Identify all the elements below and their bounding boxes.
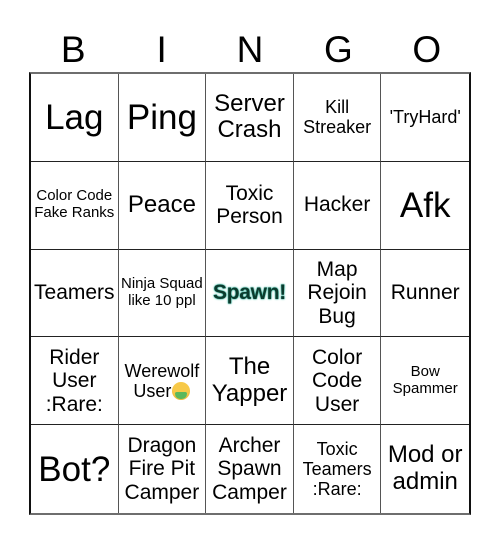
bingo-cell-g4[interactable]: Color Code User	[293, 337, 382, 426]
bingo-cell-label: Rider User :Rare:	[45, 345, 103, 416]
bingo-cell-label: Ninja Squad like 10 ppl	[121, 275, 203, 309]
bingo-cell-b5[interactable]: Bot?	[31, 425, 119, 513]
bingo-cell-g3[interactable]: Map Rejoin Bug	[293, 249, 382, 338]
bingo-cell-o5[interactable]: Mod or admin	[381, 425, 469, 513]
bingo-cell-label: Afk	[399, 185, 451, 225]
bingo-cell-label: Color Code Fake Ranks	[34, 187, 115, 222]
bingo-cell-label: Kill Streaker	[303, 97, 372, 138]
bingo-cell-i4[interactable]: Werewolf User	[118, 337, 207, 426]
bingo-cell-label: Toxic Teamers :Rare:	[302, 438, 372, 500]
bingo-cell-n1[interactable]: Server Crash	[206, 74, 294, 162]
bingo-cell-n2[interactable]: Toxic Person	[206, 161, 294, 250]
header-letter-n: N	[236, 29, 264, 70]
bingo-cell-i3[interactable]: Ninja Squad like 10 ppl	[118, 249, 207, 338]
bingo-cell-label: Bow Spammer	[392, 362, 458, 397]
header-letter-b: B	[60, 29, 86, 70]
bingo-cell-label: Spawn!	[213, 281, 286, 305]
bingo-cell-b1[interactable]: Lag	[31, 74, 119, 162]
bingo-cell-i1[interactable]: Ping	[118, 74, 207, 162]
bingo-cell-n4[interactable]: The Yapper	[206, 337, 294, 426]
bingo-cell-o1[interactable]: 'TryHard'	[381, 74, 469, 162]
bingo-cell-i5[interactable]: Dragon Fire Pit Camper	[119, 425, 207, 513]
bingo-cell-label: Bot?	[38, 449, 111, 489]
bingo-cell-label: Color Code User	[311, 345, 363, 416]
bingo-cell-b4[interactable]: Rider User :Rare:	[31, 337, 119, 426]
face-vomiting-icon	[172, 381, 191, 400]
bingo-cell-i2[interactable]: Peace	[118, 161, 207, 250]
bingo-cell-label: Teamers	[34, 281, 115, 305]
bingo-cell-g1[interactable]: Kill Streaker	[293, 74, 382, 162]
bingo-cell-label: Server Crash	[214, 89, 285, 144]
bingo-cell-g2[interactable]: Hacker	[293, 161, 382, 250]
bingo-cell-label: Mod or admin	[387, 441, 463, 496]
bingo-cell-free-space[interactable]: Spawn!	[206, 249, 294, 338]
bingo-cell-label: Archer Spawn Camper	[212, 433, 287, 504]
bingo-header: B I N G O	[29, 28, 471, 72]
bingo-cell-label: Dragon Fire Pit Camper	[124, 433, 200, 504]
bingo-cell-b3[interactable]: Teamers	[31, 249, 119, 338]
bingo-card: Lag Ping Server Crash Kill Streaker 'TryHard…	[29, 72, 471, 515]
bingo-cell-b2[interactable]: Color Code Fake Ranks	[31, 161, 119, 250]
header-letter-g: G	[324, 29, 353, 70]
bingo-cell-o3[interactable]: Runner	[381, 250, 469, 338]
bingo-cell-label: Runner	[390, 281, 460, 305]
bingo-cell-label: 'TryHard'	[389, 107, 461, 128]
bingo-cell-label: Lag	[45, 97, 104, 137]
bingo-cell-label: Toxic Person	[216, 181, 283, 229]
bingo-cell-label: Ping	[126, 97, 197, 137]
bingo-cell-g5[interactable]: Toxic Teamers :Rare:	[294, 425, 382, 513]
header-letter-i: I	[156, 29, 167, 70]
bingo-cell-o2[interactable]: Afk	[381, 162, 469, 250]
bingo-cell-n5[interactable]: Archer Spawn Camper	[206, 425, 294, 513]
bingo-cell-label: The Yapper	[211, 352, 288, 407]
bingo-cell-label: Hacker	[303, 193, 371, 217]
bingo-cell-label: Peace	[127, 190, 196, 218]
bingo-cell-o4[interactable]: Bow Spammer	[381, 337, 469, 426]
header-letter-o: O	[412, 29, 442, 70]
bingo-cell-label: Map Rejoin Bug	[307, 257, 367, 328]
